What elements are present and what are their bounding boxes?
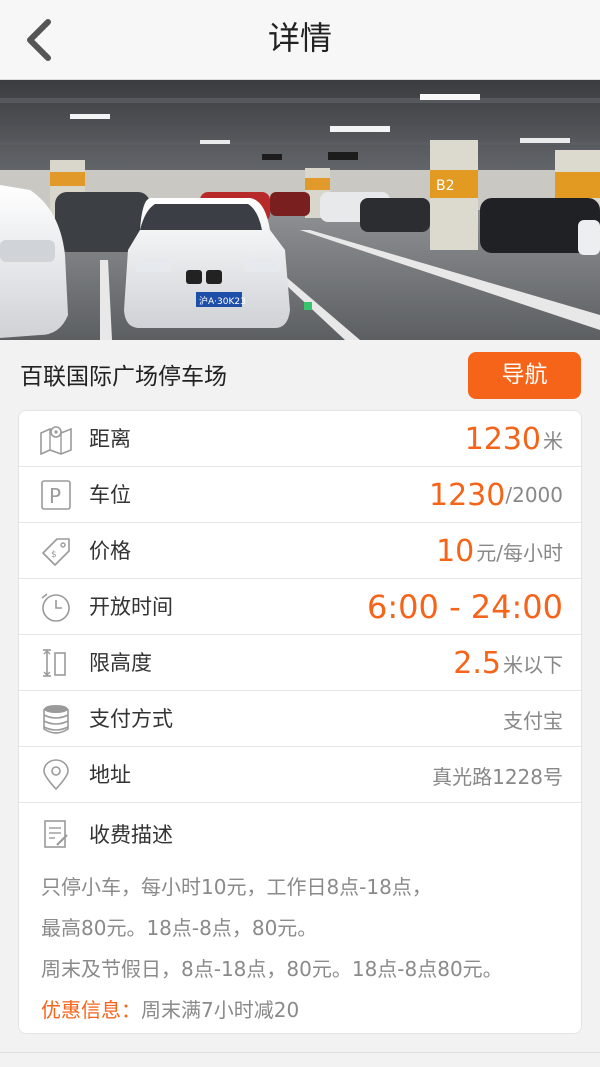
- total-spaces: /2000: [505, 483, 563, 507]
- distance-value: 1230: [464, 421, 541, 457]
- page-title: 详情: [267, 19, 332, 57]
- address-value: 真光路1228号: [432, 764, 563, 789]
- coins-icon: [43, 705, 69, 734]
- distance-value-group: 1230 米: [465, 411, 563, 467]
- height-limit-icon: [43, 649, 66, 677]
- fee-line: 最高80元。18点-8点，80元。: [41, 916, 318, 940]
- fee-description-header: 收费描述: [19, 807, 581, 863]
- payment-method-value-group: 支付宝: [503, 691, 563, 747]
- details-card: 距离 1230 米 P 车位 1230 /2000 $ 价格 10 元/每小时: [18, 410, 582, 1034]
- parking-spaces-row: P 车位 1230 /2000: [19, 467, 581, 523]
- parking-spaces-label: 车位: [89, 483, 131, 507]
- parking-lot-header: 百联国际广场停车场 导航: [0, 340, 600, 410]
- svg-text:$: $: [51, 550, 57, 560]
- svg-text:P: P: [49, 484, 61, 508]
- distance-unit: 米: [543, 428, 563, 453]
- opening-hours-value: 6:00 - 24:00: [367, 588, 563, 626]
- license-plate-text: 沪A·30K23: [199, 295, 246, 307]
- location-pin-icon: [43, 759, 69, 791]
- fee-line: 只停小车，每小时10元，工作日8点-18点，: [41, 875, 432, 899]
- clock-icon: [41, 593, 70, 622]
- price-value-group: 10 元/每小时: [436, 523, 563, 579]
- available-spaces: 1230: [429, 477, 506, 513]
- payment-method-row: 支付方式 支付宝: [19, 691, 581, 747]
- navigate-button[interactable]: 导航: [468, 352, 581, 399]
- map-icon: [40, 426, 72, 455]
- fee-description-text: 只停小车，每小时10元，工作日8点-18点， 最高80元。18点-8点，80元。…: [41, 867, 571, 1031]
- price-unit: 元/每小时: [476, 540, 563, 565]
- parking-lot-name: 百联国际广场停车场: [20, 364, 227, 390]
- height-limit-unit: 米以下: [503, 652, 563, 677]
- svg-text:B2: B2: [436, 178, 455, 194]
- address-value-group: 真光路1228号: [432, 747, 563, 803]
- address-row: 地址 真光路1228号: [19, 747, 581, 803]
- distance-row: 距离 1230 米: [19, 411, 581, 467]
- opening-hours-row: 开放时间 6:00 - 24:00: [19, 579, 581, 635]
- height-limit-label: 限高度: [89, 651, 152, 675]
- height-limit-value-group: 2.5 米以下: [453, 635, 563, 691]
- price-label: 价格: [89, 539, 131, 563]
- parking-lot-photo: B2 沪A·30K23: [0, 80, 600, 340]
- fee-description-label: 收费描述: [89, 823, 173, 847]
- parking-spaces-value-group: 1230 /2000: [429, 467, 563, 523]
- address-label: 地址: [89, 763, 131, 787]
- payment-method-value: 支付宝: [503, 708, 563, 733]
- height-limit-value: 2.5: [453, 645, 501, 681]
- top-navigation-bar: 详情: [0, 0, 600, 80]
- promo-label: 优惠信息：: [41, 998, 141, 1022]
- fee-line: 周末及节假日，8点-18点，80元。18点-8点80元。: [41, 957, 503, 981]
- note-edit-icon: [44, 820, 68, 848]
- price-tag-icon: $: [42, 538, 70, 566]
- opening-hours-value-group: 6:00 - 24:00: [367, 579, 563, 635]
- promo-text: 周末满7小时减20: [141, 998, 300, 1022]
- bottom-divider: [0, 1052, 600, 1067]
- parking-icon: P: [41, 480, 71, 510]
- price-value: 10: [436, 533, 475, 569]
- distance-label: 距离: [89, 427, 131, 451]
- payment-method-label: 支付方式: [89, 707, 173, 731]
- height-limit-row: 限高度 2.5 米以下: [19, 635, 581, 691]
- price-row: $ 价格 10 元/每小时: [19, 523, 581, 579]
- opening-hours-label: 开放时间: [89, 595, 173, 619]
- promo-line: 优惠信息：周末满7小时减20: [41, 990, 571, 1031]
